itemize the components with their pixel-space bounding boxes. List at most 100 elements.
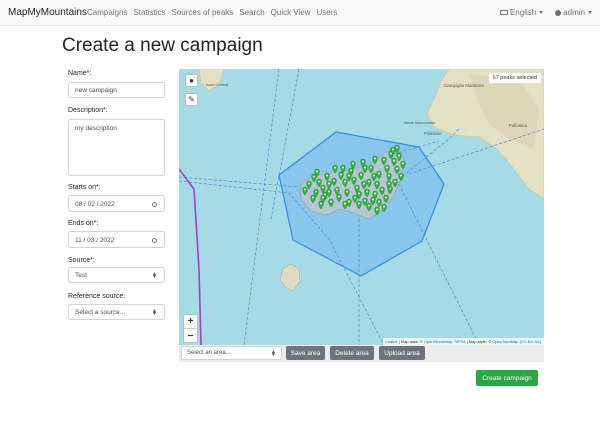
attribution-text-2: | Map style: © [466, 339, 493, 344]
peak-marker-dot [383, 158, 385, 161]
peak-marker-dot [385, 196, 387, 199]
peak-marker-dot [312, 196, 314, 199]
peak-marker-dot [362, 160, 364, 163]
peak-marker-dot [383, 205, 385, 208]
nav-link-statistics[interactable]: Statistics [133, 8, 165, 17]
user-icon [555, 9, 562, 16]
nav-links: Campaigns Statistics Sources of peaks Se… [87, 8, 337, 17]
small-island [279, 263, 301, 292]
peak-marker-dot [315, 190, 317, 193]
peak-marker-dot [333, 179, 335, 182]
nav-link-sources[interactable]: Sources of peaks [171, 8, 233, 17]
language-dropdown[interactable]: English [499, 8, 544, 17]
navbar: MapMyMountains Campaigns Statistics Sour… [0, 0, 600, 26]
user-label: admin [563, 8, 585, 17]
peak-marker-dot [368, 204, 370, 207]
nav-right: English admin [499, 8, 592, 17]
reference-source-placeholder: Select a source... [75, 309, 126, 316]
draw-point-button[interactable]: ● [185, 74, 198, 87]
peak-marker-dot [344, 202, 346, 205]
name-label: Name*: [68, 70, 92, 77]
select-arrows-icon: ▲ ▼ [152, 271, 157, 280]
osm-link[interactable]: OpenStreetMap [424, 339, 452, 344]
reference-source-label: Reference source: [68, 293, 126, 300]
peak-marker-dot [394, 180, 396, 183]
nav-link-users[interactable]: Users [317, 8, 338, 17]
edit-icon: ✎ [188, 95, 195, 104]
island-land [198, 69, 225, 92]
place-label-campiglia: Campiglia Marittima [444, 83, 484, 88]
map-attribution: Leaflet | Map data: © OpenStreetMap, SRT… [382, 338, 544, 345]
peak-marker-dot [322, 196, 324, 199]
reference-source-select[interactable]: Select a source... ▲ ▼ [68, 304, 165, 320]
starts-on-value: 08 / 02 / 2022 [75, 201, 115, 208]
peak-marker-dot [340, 173, 342, 176]
source-select[interactable]: Test ▲ ▼ [68, 267, 165, 283]
select-arrows-icon: ▲ ▼ [271, 349, 276, 358]
ends-on-date-input[interactable]: 11 / 03 / 2022 [68, 231, 165, 248]
ends-on-label: Ends on*: [68, 220, 99, 227]
map-canvas: Isola Cerboli Campiglia Marittima Monte … [179, 69, 544, 345]
user-dropdown[interactable]: admin [555, 8, 592, 17]
peak-marker-dot [376, 182, 378, 185]
peak-marker-dot [370, 166, 372, 169]
nav-link-search[interactable]: Search [239, 8, 264, 17]
peak-marker-dot [396, 146, 398, 149]
peak-marker-dot [356, 186, 358, 189]
calendar-icon[interactable] [152, 202, 157, 207]
peak-marker-dot [326, 174, 328, 177]
peak-marker-dot [348, 174, 350, 177]
peak-marker-dot [400, 174, 402, 177]
peak-marker-dot [348, 200, 350, 203]
leaflet-link[interactable]: Leaflet [386, 339, 398, 344]
peak-marker-dot [316, 170, 318, 173]
peak-marker-dot [318, 180, 320, 183]
description-label: Description*: [68, 107, 108, 114]
peak-marker-dot [386, 166, 388, 169]
peak-marker-dot [352, 162, 354, 165]
peak-marker-dot [363, 182, 365, 185]
peak-marker-dot [373, 174, 375, 177]
peak-marker-dot [322, 186, 324, 189]
peak-marker-dot [372, 198, 374, 201]
save-area-button[interactable]: Save area [286, 346, 325, 360]
calendar-icon[interactable] [152, 238, 157, 243]
chevron-down-icon [539, 11, 544, 15]
peak-marker-dot [328, 182, 330, 185]
otm-link[interactable]: OpenTopoMap [492, 339, 518, 344]
edit-layers-button[interactable]: ✎ [185, 93, 198, 106]
place-label-massoncello: Monte Massoncello [404, 121, 435, 125]
source-value: Test [75, 272, 87, 279]
zoom-in-button[interactable]: + [184, 315, 197, 329]
peak-marker-dot [344, 180, 346, 183]
source-label: Source*: [68, 257, 95, 264]
area-select[interactable]: Select an area... ▲ ▼ [181, 346, 282, 360]
brand-logo[interactable]: MapMyMountains [8, 7, 87, 18]
peak-marker-dot [366, 190, 368, 193]
peak-marker-dot [393, 159, 395, 162]
upload-area-button[interactable]: Upload area [379, 346, 425, 360]
create-campaign-button[interactable]: Create campaign [476, 370, 538, 386]
map-view[interactable]: Isola Cerboli Campiglia Marittima Monte … [179, 69, 544, 345]
peak-marker-dot [381, 188, 383, 191]
srtm-link[interactable]: SRTM [454, 339, 465, 344]
nav-link-campaigns[interactable]: Campaigns [87, 8, 127, 17]
peak-marker-dot [378, 200, 380, 203]
peak-marker-dot [308, 182, 310, 185]
zoom-out-button[interactable]: − [184, 329, 197, 343]
area-select-placeholder: Select an area... [187, 350, 231, 356]
nav-link-quick-view[interactable]: Quick View [271, 8, 311, 17]
starts-on-date-input[interactable]: 08 / 02 / 2022 [68, 195, 165, 212]
peak-marker-dot [374, 192, 376, 195]
name-input[interactable]: new campaign [68, 82, 165, 98]
license-link[interactable]: (CC-BY-SA) [520, 339, 541, 344]
page-title: Create a new campaign [62, 35, 263, 56]
peak-marker-dot [354, 196, 356, 199]
place-label-follonica: Follonica [509, 123, 528, 128]
delete-area-button[interactable]: Delete area [330, 346, 374, 360]
peak-marker-dot [320, 202, 322, 205]
description-textarea[interactable]: my description [68, 119, 165, 176]
place-label-piombino: Piombino [424, 131, 442, 136]
peak-marker-dot [304, 188, 306, 191]
peak-marker-dot [338, 195, 340, 198]
